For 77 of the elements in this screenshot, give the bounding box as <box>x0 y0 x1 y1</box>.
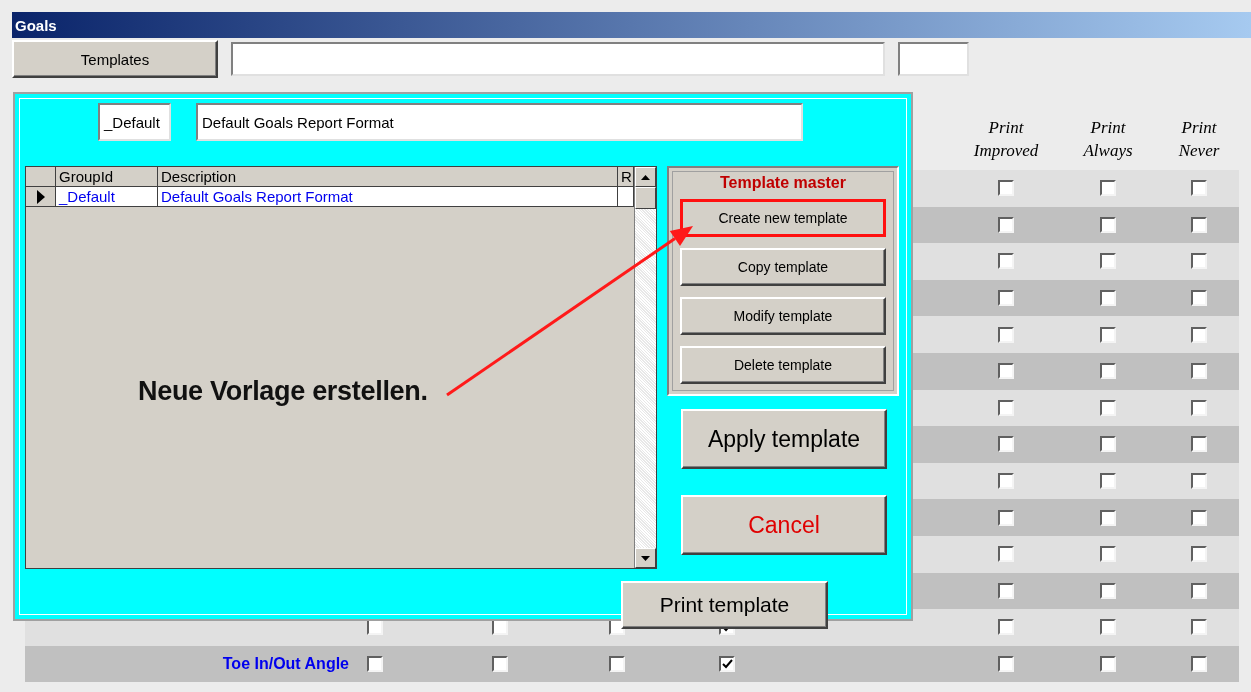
panel-title: Template master <box>720 174 846 192</box>
checkbox[interactable] <box>1100 436 1116 453</box>
row-selector[interactable] <box>26 187 56 207</box>
checkbox[interactable] <box>1100 290 1116 307</box>
checkbox[interactable] <box>998 656 1014 672</box>
template-button[interactable]: Modify template <box>680 297 886 335</box>
checkbox[interactable] <box>1191 509 1207 526</box>
checkbox[interactable] <box>1191 582 1207 599</box>
pointer-icon <box>36 189 45 204</box>
checkbox[interactable] <box>367 656 383 672</box>
checkbox[interactable] <box>1191 656 1207 672</box>
checkbox[interactable] <box>1100 399 1116 416</box>
checkbox[interactable] <box>1100 216 1116 233</box>
checkbox[interactable] <box>492 656 508 672</box>
table-cell <box>618 187 634 207</box>
code-field[interactable]: _Default <box>98 103 171 141</box>
checkbox[interactable] <box>998 216 1014 233</box>
input-field[interactable] <box>898 42 969 76</box>
row-label: Toe In/Out Angle <box>222 655 350 673</box>
window-title: Goals <box>12 12 1251 38</box>
table-cell: Default Goals Report Format <box>158 187 618 207</box>
column-header: R <box>618 167 634 187</box>
checkbox[interactable] <box>998 436 1014 453</box>
checkbox[interactable] <box>1191 290 1207 307</box>
table-cell: _Default <box>56 187 158 207</box>
checkbox[interactable] <box>1191 216 1207 233</box>
column-header: Print Always <box>1083 117 1133 162</box>
checkbox[interactable] <box>1100 326 1116 343</box>
templates-button[interactable]: Templates <box>12 40 218 78</box>
checkbox[interactable] <box>998 582 1014 599</box>
checkbox[interactable] <box>998 509 1014 526</box>
checkbox[interactable] <box>1100 656 1116 672</box>
description-field[interactable]: Default Goals Report Format <box>196 103 803 141</box>
checkbox[interactable] <box>1100 363 1116 380</box>
checkbox[interactable] <box>998 399 1014 416</box>
checkbox[interactable] <box>1191 619 1207 636</box>
apply-button[interactable]: Apply template <box>681 409 887 469</box>
checkbox[interactable] <box>1100 180 1116 197</box>
checkbox[interactable] <box>1100 509 1116 526</box>
checkbox[interactable] <box>1191 326 1207 343</box>
scroll-thumb[interactable] <box>635 187 656 209</box>
checkbox[interactable] <box>998 253 1014 270</box>
column-header: Print Never <box>1178 117 1220 162</box>
checkbox[interactable] <box>1191 436 1207 453</box>
checkbox[interactable] <box>1191 399 1207 416</box>
checkbox[interactable] <box>719 656 735 672</box>
template-button[interactable]: Delete template <box>680 346 886 384</box>
checkbox[interactable] <box>1191 363 1207 380</box>
scroll-down-icon[interactable] <box>641 555 650 561</box>
print-button[interactable]: Print template <box>621 581 828 629</box>
annotation-text: Neue Vorlage erstellen. <box>138 376 428 407</box>
checkbox[interactable] <box>998 290 1014 307</box>
scrollbar[interactable] <box>634 167 656 568</box>
checkbox[interactable] <box>998 473 1014 490</box>
checkbox[interactable] <box>1100 582 1116 599</box>
checkbox[interactable] <box>609 656 625 672</box>
checkbox[interactable] <box>1191 180 1207 197</box>
template-button[interactable]: Copy template <box>680 248 886 286</box>
checkbox[interactable] <box>998 180 1014 197</box>
input-field[interactable] <box>231 42 885 76</box>
checkbox[interactable] <box>1100 253 1116 270</box>
column-header: Description <box>158 167 618 187</box>
checkbox[interactable] <box>1100 619 1116 636</box>
scroll-up-icon[interactable] <box>641 174 650 180</box>
column-header: GroupId <box>56 167 158 187</box>
column-header: Print Improved <box>973 117 1039 162</box>
checkbox[interactable] <box>1191 253 1207 270</box>
checkbox[interactable] <box>998 546 1014 563</box>
checkbox[interactable] <box>1100 473 1116 490</box>
checkbox[interactable] <box>1100 546 1116 563</box>
checkbox[interactable] <box>1191 546 1207 563</box>
check-icon <box>721 659 733 669</box>
checkbox[interactable] <box>1191 473 1207 490</box>
template-button[interactable]: Create new template <box>680 199 886 237</box>
checkbox[interactable] <box>998 326 1014 343</box>
checkbox[interactable] <box>998 363 1014 380</box>
checkbox[interactable] <box>998 619 1014 636</box>
